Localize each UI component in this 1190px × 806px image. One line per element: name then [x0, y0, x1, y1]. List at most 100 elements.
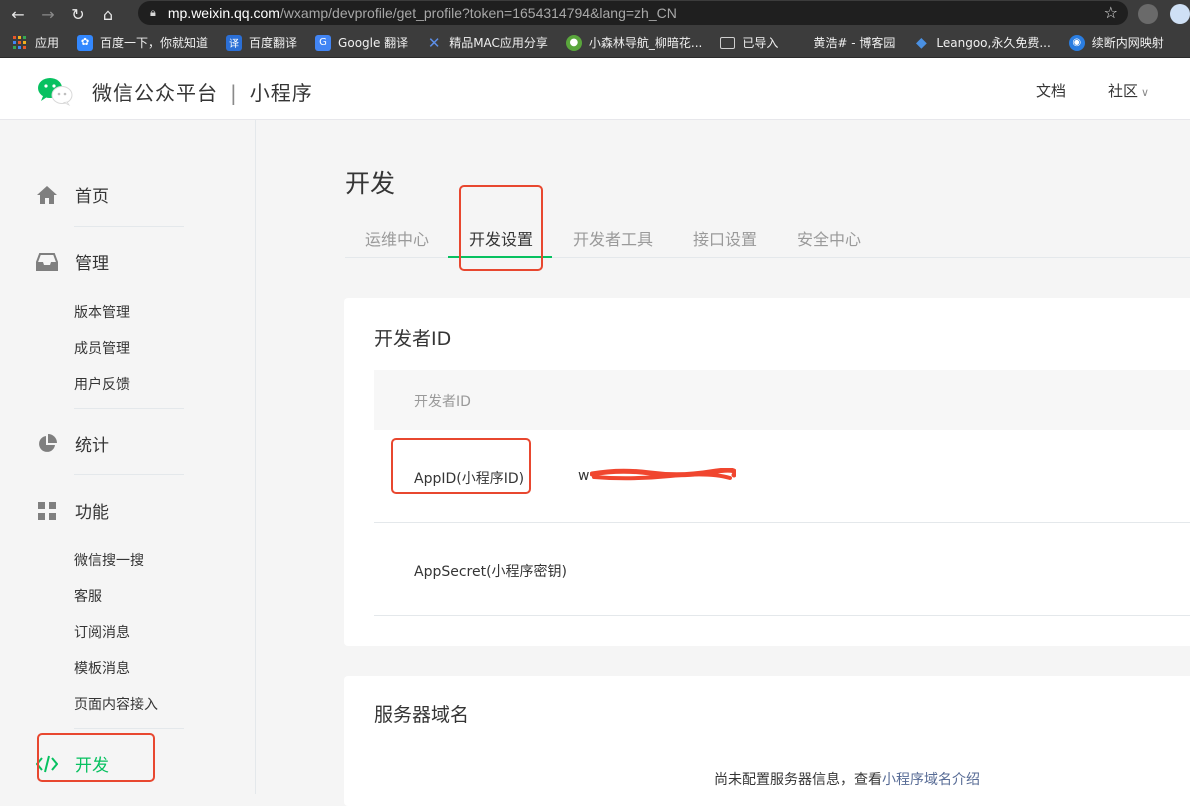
table-row-appsecret: AppSecret(小程序密钥): [374, 523, 1190, 616]
tab-bar: 运维中心 开发设置 开发者工具 接口设置 安全中心: [345, 220, 1190, 258]
server-note-text: 尚未配置服务器信息，查看: [714, 772, 882, 788]
appid-label: AppID(小程序ID): [414, 471, 525, 487]
appid-value[interactable]: w: [578, 468, 589, 484]
sidebar-divider: [74, 728, 184, 729]
extension-icon[interactable]: [1138, 4, 1158, 24]
bookmark-tunnel[interactable]: ◉ 续断内网映射: [1060, 28, 1173, 58]
sidebar-item-stats[interactable]: 统计: [36, 431, 109, 456]
bookmark-leangoo[interactable]: ◆ Leangoo,永久免费...: [904, 28, 1059, 58]
sidebar-label-stats: 统计: [75, 436, 109, 456]
folder-icon: [720, 36, 736, 49]
bookmark-label: Google 翻译: [338, 36, 409, 50]
bookmark-baidu-translate[interactable]: 译 百度翻译: [217, 28, 306, 58]
page-header: 微信公众平台 | 小程序 文档 社区 ∨: [0, 58, 1190, 120]
url-path: /wxamp/devprofile/get_profile?token=1654…: [279, 5, 677, 21]
back-icon[interactable]: ←: [6, 2, 30, 26]
bookmark-label: 续断内网映射: [1091, 36, 1164, 50]
sidebar-label-manage: 管理: [75, 254, 109, 274]
platform-title[interactable]: 微信公众平台 | 小程序: [92, 77, 313, 106]
card-title-server-domain: 服务器域名: [374, 704, 470, 726]
bookmark-label: 小森林导航_柳暗花...: [588, 36, 703, 50]
bookmark-cnblogs[interactable]: 黄浩# - 博客园: [787, 28, 904, 58]
domain-intro-link[interactable]: 小程序域名介绍: [882, 772, 980, 788]
sidebar-label-develop: 开发: [75, 756, 109, 776]
apps-grid-icon: [12, 35, 28, 51]
appsecret-label: AppSecret(小程序密钥): [414, 564, 568, 580]
sidebar-item-wechat-search[interactable]: 微信搜一搜: [74, 550, 144, 570]
grid-icon: [36, 500, 58, 522]
table-row-appid: AppID(小程序ID) w: [374, 430, 1190, 523]
bookmark-baidu[interactable]: ✿ 百度一下，你就知道: [68, 28, 217, 58]
sidebar: 首页 管理 版本管理 成员管理 用户反馈 统计 功能 微信搜一搜 客服 订阅消息…: [0, 120, 256, 794]
sidebar-divider: [74, 226, 184, 227]
x-logo-icon: ✕: [427, 33, 441, 52]
tab-dev-tools[interactable]: 开发者工具: [573, 226, 653, 250]
chevron-down-icon: ∨: [1141, 86, 1150, 99]
baidu-paw-icon: ✿: [77, 34, 94, 51]
bookmark-imported-folder[interactable]: 已导入: [711, 28, 787, 58]
bookmark-label: 百度一下，你就知道: [100, 36, 209, 50]
home-icon[interactable]: ⌂: [96, 2, 120, 26]
sidebar-item-home[interactable]: 首页: [36, 182, 109, 207]
brand-separator: |: [230, 81, 238, 105]
developer-id-card: 开发者ID 开发者ID AppID(小程序ID) w AppSecret(小程序…: [344, 298, 1190, 646]
sidebar-item-develop[interactable]: 开发: [36, 751, 109, 776]
sidebar-item-user-feedback[interactable]: 用户反馈: [74, 374, 130, 394]
bookmark-label: Leangoo,永久免费...: [936, 36, 1051, 50]
bookmark-label: 精品MAC应用分享: [449, 36, 548, 50]
bookmark-google-translate[interactable]: G Google 翻译: [306, 28, 417, 58]
reload-icon[interactable]: ↻: [66, 2, 90, 26]
bookmarks-bar: 应用 ✿ 百度一下，你就知道 译 百度翻译 G Google 翻译 ✕ 精品MA…: [0, 28, 1190, 58]
bookmark-label: 已导入: [742, 36, 779, 50]
sidebar-item-manage[interactable]: 管理: [36, 249, 109, 274]
bookmark-star-icon[interactable]: ☆: [1104, 3, 1118, 22]
home-icon: [36, 184, 58, 206]
drop-icon: ◉: [1068, 34, 1085, 51]
table-header-label: 开发者ID: [414, 394, 471, 410]
docs-link[interactable]: 文档: [1036, 80, 1066, 101]
sidebar-item-version-manage[interactable]: 版本管理: [74, 302, 130, 322]
brand-sub: 小程序: [249, 81, 313, 105]
bookmark-label: 百度翻译: [249, 36, 298, 50]
wechat-logo-icon: [37, 76, 73, 107]
redaction-scribble: [590, 468, 736, 481]
lock-icon: 🔒︎: [150, 6, 156, 19]
sidebar-item-template-message[interactable]: 模板消息: [74, 658, 130, 678]
table-header: 开发者ID: [374, 370, 1190, 430]
leangoo-icon: ◆: [916, 34, 927, 51]
bookmark-forest-nav[interactable]: ● 小森林导航_柳暗花...: [557, 28, 711, 58]
sidebar-divider: [74, 408, 184, 409]
brand-main: 微信公众平台: [92, 81, 218, 105]
forward-icon[interactable]: →: [36, 2, 60, 26]
community-link[interactable]: 社区 ∨: [1108, 80, 1149, 101]
tab-dev-settings[interactable]: 开发设置: [469, 226, 533, 250]
sidebar-divider: [74, 474, 184, 475]
bookmark-label: 黄浩# - 博客园: [813, 36, 896, 50]
bookmark-apps[interactable]: 应用: [0, 28, 68, 58]
tab-api-settings[interactable]: 接口设置: [693, 226, 757, 250]
tab-ops-center[interactable]: 运维中心: [365, 226, 429, 250]
google-translate-icon: G: [315, 34, 332, 51]
card-title-developer-id: 开发者ID: [374, 328, 452, 350]
address-bar[interactable]: 🔒︎ mp.weixin.qq.com/wxamp/devprofile/get…: [138, 1, 1128, 25]
sidebar-item-subscribe-message[interactable]: 订阅消息: [74, 622, 130, 642]
sidebar-item-member-manage[interactable]: 成员管理: [74, 338, 130, 358]
main-content: 开发 运维中心 开发设置 开发者工具 接口设置 安全中心 开发者ID 开发者ID…: [256, 120, 1190, 806]
page-title: 开发: [345, 169, 396, 198]
inbox-icon: [36, 251, 58, 273]
profile-avatar-icon[interactable]: [1170, 4, 1190, 24]
browser-toolbar: ← → ↻ ⌂ 🔒︎ mp.weixin.qq.com/wxamp/devpro…: [0, 0, 1190, 28]
bookmark-mac-apps[interactable]: ✕ 精品MAC应用分享: [417, 28, 557, 58]
sidebar-label-features: 功能: [75, 503, 109, 523]
baidu-translate-icon: 译: [226, 34, 243, 51]
pie-chart-icon: [36, 433, 58, 455]
sidebar-item-features[interactable]: 功能: [36, 498, 109, 523]
community-label: 社区: [1108, 82, 1139, 100]
server-domain-card: 服务器域名 尚未配置服务器信息，查看小程序域名介绍: [344, 676, 1190, 806]
tab-security-center[interactable]: 安全中心: [797, 226, 861, 250]
code-icon: [36, 753, 58, 775]
sidebar-item-customer-service[interactable]: 客服: [74, 586, 102, 606]
sidebar-item-page-content[interactable]: 页面内容接入: [74, 694, 158, 714]
active-tab-indicator: [448, 256, 552, 258]
bookmark-label: 应用: [35, 36, 60, 50]
